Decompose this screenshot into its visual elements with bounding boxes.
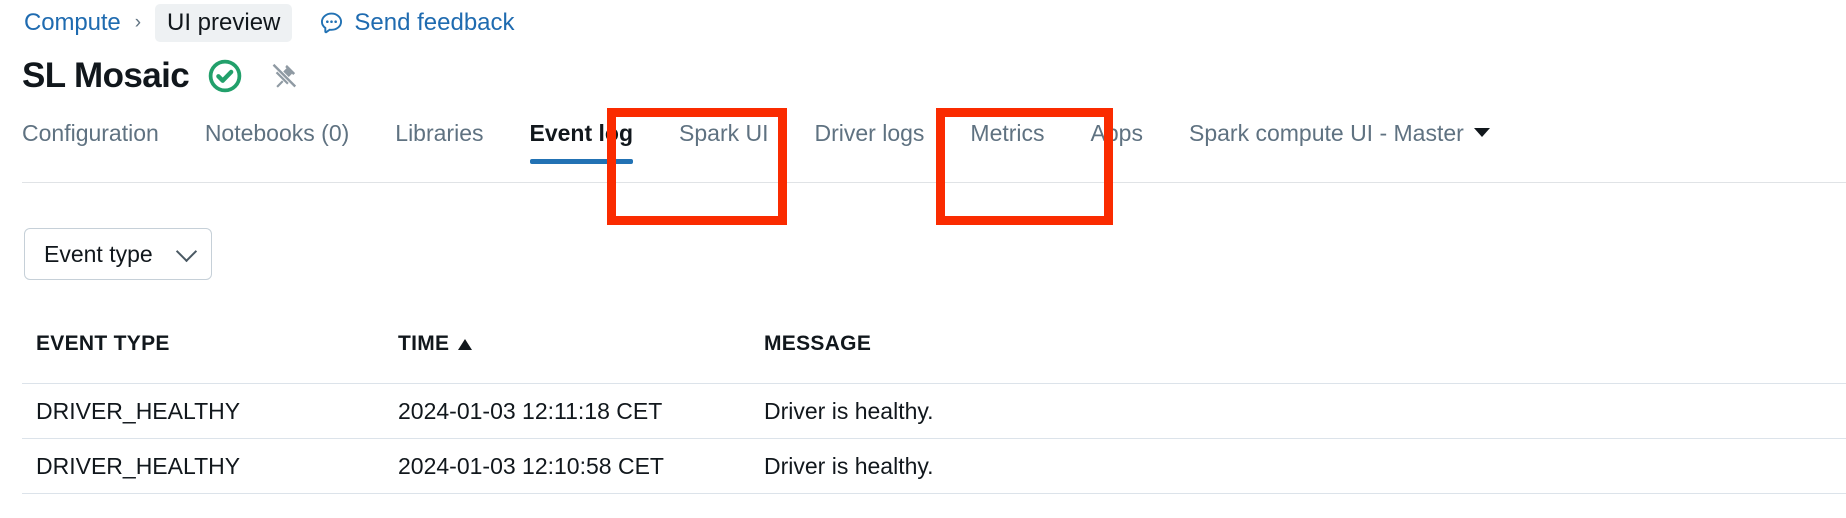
cell-time: 2024-01-03 12:11:18 CET [398, 398, 663, 424]
cell-message: Driver is healthy. [764, 453, 934, 479]
column-header-message-label: MESSAGE [764, 332, 872, 355]
column-header-time-label: TIME [398, 332, 450, 355]
tab-notebooks[interactable]: Notebooks (0) [205, 118, 349, 164]
tab-configuration[interactable]: Configuration [22, 118, 159, 164]
compute-cluster-page: Compute › UI preview Send feedback SL Mo… [0, 0, 1846, 518]
tab-libraries[interactable]: Libraries [395, 118, 483, 164]
tab-spark-compute-ui-master-label: Spark compute UI - Master [1188, 120, 1464, 146]
column-header-message[interactable]: MESSAGE [764, 330, 1846, 358]
tab-bar: Configuration Notebooks (0) Libraries Ev… [22, 112, 1490, 164]
tab-event-log[interactable]: Event log [529, 118, 633, 164]
cell-time: 2024-01-03 12:10:58 CET [398, 453, 664, 479]
column-header-event-type[interactable]: EVENT TYPE [22, 330, 398, 358]
check-circle-icon [189, 58, 243, 94]
tab-bar-divider [22, 182, 1846, 183]
breadcrumb-link-compute[interactable]: Compute [24, 6, 121, 40]
event-log-table: EVENT TYPE TIME MESSAGE DRIVER_HEALTHY 2… [22, 330, 1846, 494]
table-row[interactable]: DRIVER_HEALTHY 2024-01-03 12:10:58 CET D… [22, 439, 1846, 494]
cell-event-type: DRIVER_HEALTHY [36, 453, 241, 479]
column-header-event-type-label: EVENT TYPE [36, 332, 170, 355]
unpin-icon[interactable] [243, 61, 299, 91]
page-header: SL Mosaic [22, 54, 299, 98]
send-feedback-label: Send feedback [354, 9, 515, 36]
cell-message: Driver is healthy. [764, 398, 934, 424]
breadcrumb: Compute › UI preview Send feedback [24, 4, 515, 42]
cell-event-type: DRIVER_HEALTHY [36, 398, 241, 424]
send-feedback-button[interactable]: Send feedback [318, 6, 515, 40]
speech-bubble-icon [318, 10, 345, 37]
page-title: SL Mosaic [22, 56, 190, 95]
tab-apps[interactable]: Apps [1091, 118, 1143, 164]
column-header-time[interactable]: TIME [398, 330, 764, 358]
breadcrumb-separator: › [134, 12, 142, 33]
event-type-filter-label: Event type [44, 241, 153, 267]
chevron-down-icon [175, 240, 198, 263]
table-header-row: EVENT TYPE TIME MESSAGE [22, 330, 1846, 384]
table-row[interactable]: DRIVER_HEALTHY 2024-01-03 12:11:18 CET D… [22, 384, 1846, 439]
tab-spark-compute-ui-master[interactable]: Spark compute UI - Master [1189, 118, 1490, 164]
tab-spark-ui[interactable]: Spark UI [679, 118, 768, 164]
event-type-filter-button[interactable]: Event type [24, 228, 212, 280]
breadcrumb-chip-ui-preview[interactable]: UI preview [155, 4, 293, 42]
caret-down-icon [1473, 127, 1490, 137]
tab-driver-logs[interactable]: Driver logs [815, 118, 925, 164]
sort-ascending-icon [458, 338, 473, 350]
tab-metrics[interactable]: Metrics [970, 118, 1044, 164]
